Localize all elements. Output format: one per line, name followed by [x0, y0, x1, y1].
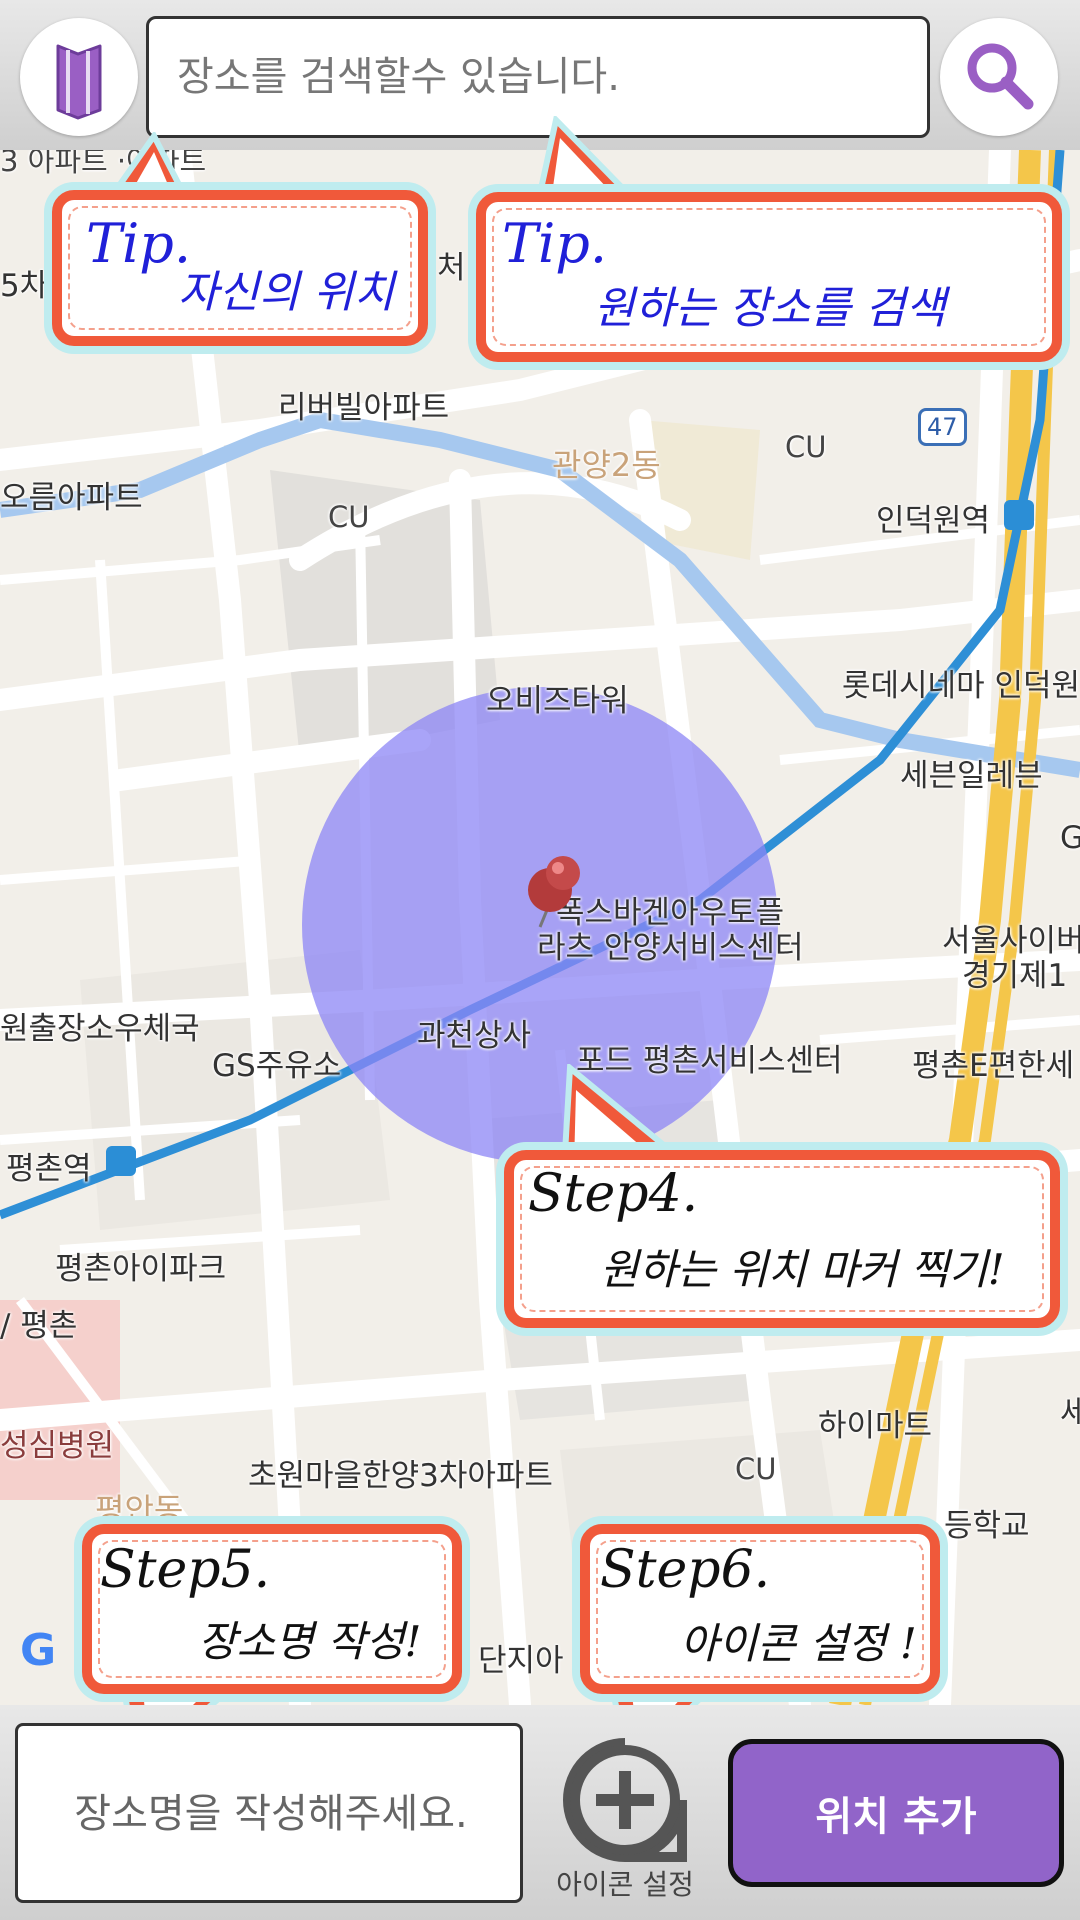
map-label: 관양2동	[552, 446, 661, 484]
map-label: 오름아파트	[0, 480, 143, 516]
map-label: / 평촌	[0, 1308, 78, 1344]
map-label: 경기제1	[962, 958, 1068, 994]
map-button[interactable]	[20, 18, 138, 136]
tip-search-bubble: Tip. 원하는 장소를 검색	[476, 116, 1062, 362]
map-view[interactable]: 리버빌아파트 오름아파트 CU CU CU 관양2동 47 인덕원역 롯데시네마…	[0, 150, 1080, 1705]
map-label: 성심병원	[0, 1428, 115, 1464]
step-head: Step6.	[600, 1540, 771, 1600]
map-label: 원출장소우체국	[0, 1011, 200, 1047]
tip-my-location-bubble: Tip. 자신의 위치	[52, 132, 428, 346]
google-logo: G	[20, 1625, 57, 1676]
place-name-input[interactable]	[18, 1726, 524, 1902]
tip-body: 자신의 위치	[178, 267, 395, 318]
map-label: 평촌역	[6, 1151, 92, 1187]
map-label: GS주유소	[212, 1048, 342, 1084]
tip-body: 원하는 장소를 검색	[594, 283, 946, 334]
map-label: G	[1060, 820, 1080, 856]
add-location-button[interactable]: 위치 추가	[728, 1739, 1064, 1887]
pushpin-icon[interactable]	[520, 855, 590, 935]
search-button[interactable]	[940, 18, 1058, 136]
map-label: 리버빌아파트	[278, 390, 450, 426]
subway-station-icon	[1004, 500, 1034, 530]
map-label: 세븐일레븐	[900, 758, 1043, 794]
tip-head: Tip.	[502, 212, 608, 275]
subway-station-icon	[106, 1146, 136, 1176]
map-label: 평촌아이파크	[55, 1251, 227, 1287]
icon-setting-label: 아이콘 설정	[556, 1868, 694, 1901]
map-label: 평촌E편한세	[912, 1048, 1075, 1084]
map-label: 처	[437, 250, 466, 286]
step-head: Step4.	[528, 1164, 699, 1224]
route-badge: 47	[918, 408, 967, 446]
map-label: 롯데시네마 인덕원	[842, 668, 1080, 704]
map-label: 세	[1060, 1395, 1080, 1431]
map-label: CU	[735, 1452, 777, 1486]
map-label: 하이마트	[818, 1408, 933, 1444]
map-label: 과천상사	[417, 1018, 532, 1054]
map-label: 단지아	[478, 1643, 564, 1679]
search-icon	[967, 43, 1034, 110]
map-label: 등학교	[944, 1508, 1030, 1544]
map-label: CU	[785, 430, 827, 464]
step6-bubble: Step6. 아이콘 설정 !	[580, 1524, 940, 1774]
map-label: 초원마을한양3차아파트	[248, 1458, 553, 1494]
map-label: 5차	[0, 268, 49, 304]
map-icon	[56, 44, 102, 120]
step-body: 아이콘 설정 !	[680, 1619, 917, 1668]
plus-icon	[563, 1738, 687, 1862]
tip-head: Tip.	[86, 212, 192, 275]
step-head: Step5.	[100, 1540, 271, 1600]
step4-bubble: Step4. 원하는 위치 마커 찍기!	[504, 1064, 1060, 1328]
place-name-field[interactable]	[15, 1723, 524, 1903]
step5-bubble: Step5. 장소명 작성!	[82, 1524, 462, 1774]
map-label: 오비즈타워	[486, 683, 629, 719]
map-label: CU	[328, 500, 370, 534]
icon-setting-button[interactable]: 아이콘 설정	[556, 1735, 694, 1905]
step-body: 장소명 작성!	[198, 1617, 422, 1666]
step-body: 원하는 위치 마커 찍기!	[600, 1245, 1005, 1294]
map-label: 인덕원역	[876, 503, 991, 539]
